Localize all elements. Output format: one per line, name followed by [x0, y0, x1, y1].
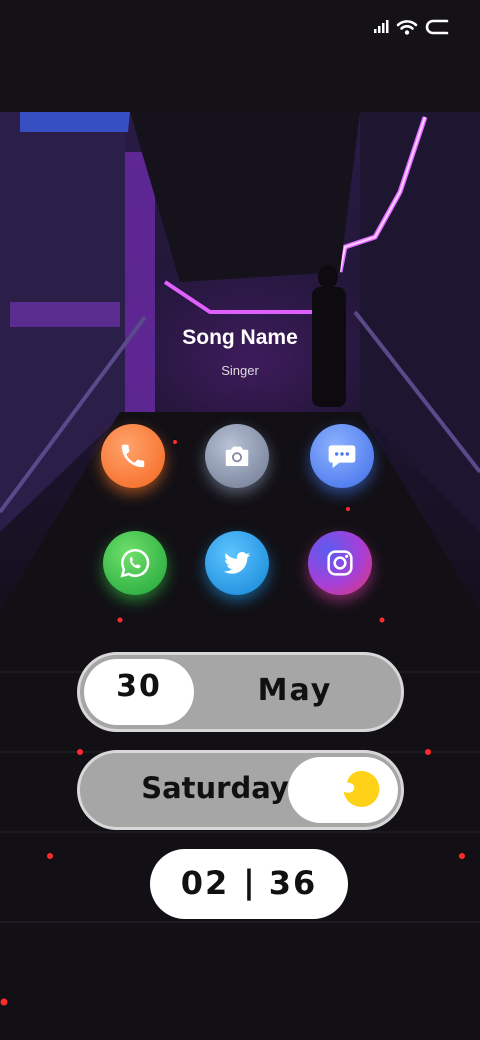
- song-title: Song Name: [182, 326, 298, 349]
- singer-name: Singer: [221, 363, 259, 378]
- moon-icon: [343, 770, 380, 807]
- clock-hour: 02: [180, 864, 230, 902]
- clock-minute: 36: [268, 864, 318, 902]
- signal-icon: [374, 20, 389, 33]
- whatsapp-icon: [120, 548, 150, 578]
- instagram-icon: [327, 550, 353, 576]
- month-name: May: [257, 673, 333, 708]
- date-widget[interactable]: 30 May: [77, 652, 404, 732]
- messages-app-button[interactable]: [310, 424, 374, 488]
- whatsapp-app-button[interactable]: [103, 531, 167, 595]
- phone-icon: [121, 444, 145, 468]
- instagram-app-button[interactable]: [308, 531, 372, 595]
- camera-icon: [225, 446, 249, 466]
- clock-separator: |: [243, 863, 255, 901]
- clock-widget: 02 | 36: [150, 849, 348, 919]
- battery-icon: [425, 19, 449, 35]
- weekday-widget[interactable]: Saturday: [77, 750, 404, 830]
- day-number: 30: [116, 669, 162, 704]
- twitter-app-button[interactable]: [205, 531, 269, 595]
- weekday-name: Saturday: [141, 771, 289, 805]
- phone-app-button[interactable]: [101, 424, 165, 488]
- wifi-icon: [396, 20, 418, 35]
- status-bar: [0, 0, 480, 60]
- message-icon: [328, 445, 356, 468]
- twitter-icon: [223, 552, 251, 574]
- camera-app-button[interactable]: [205, 424, 269, 488]
